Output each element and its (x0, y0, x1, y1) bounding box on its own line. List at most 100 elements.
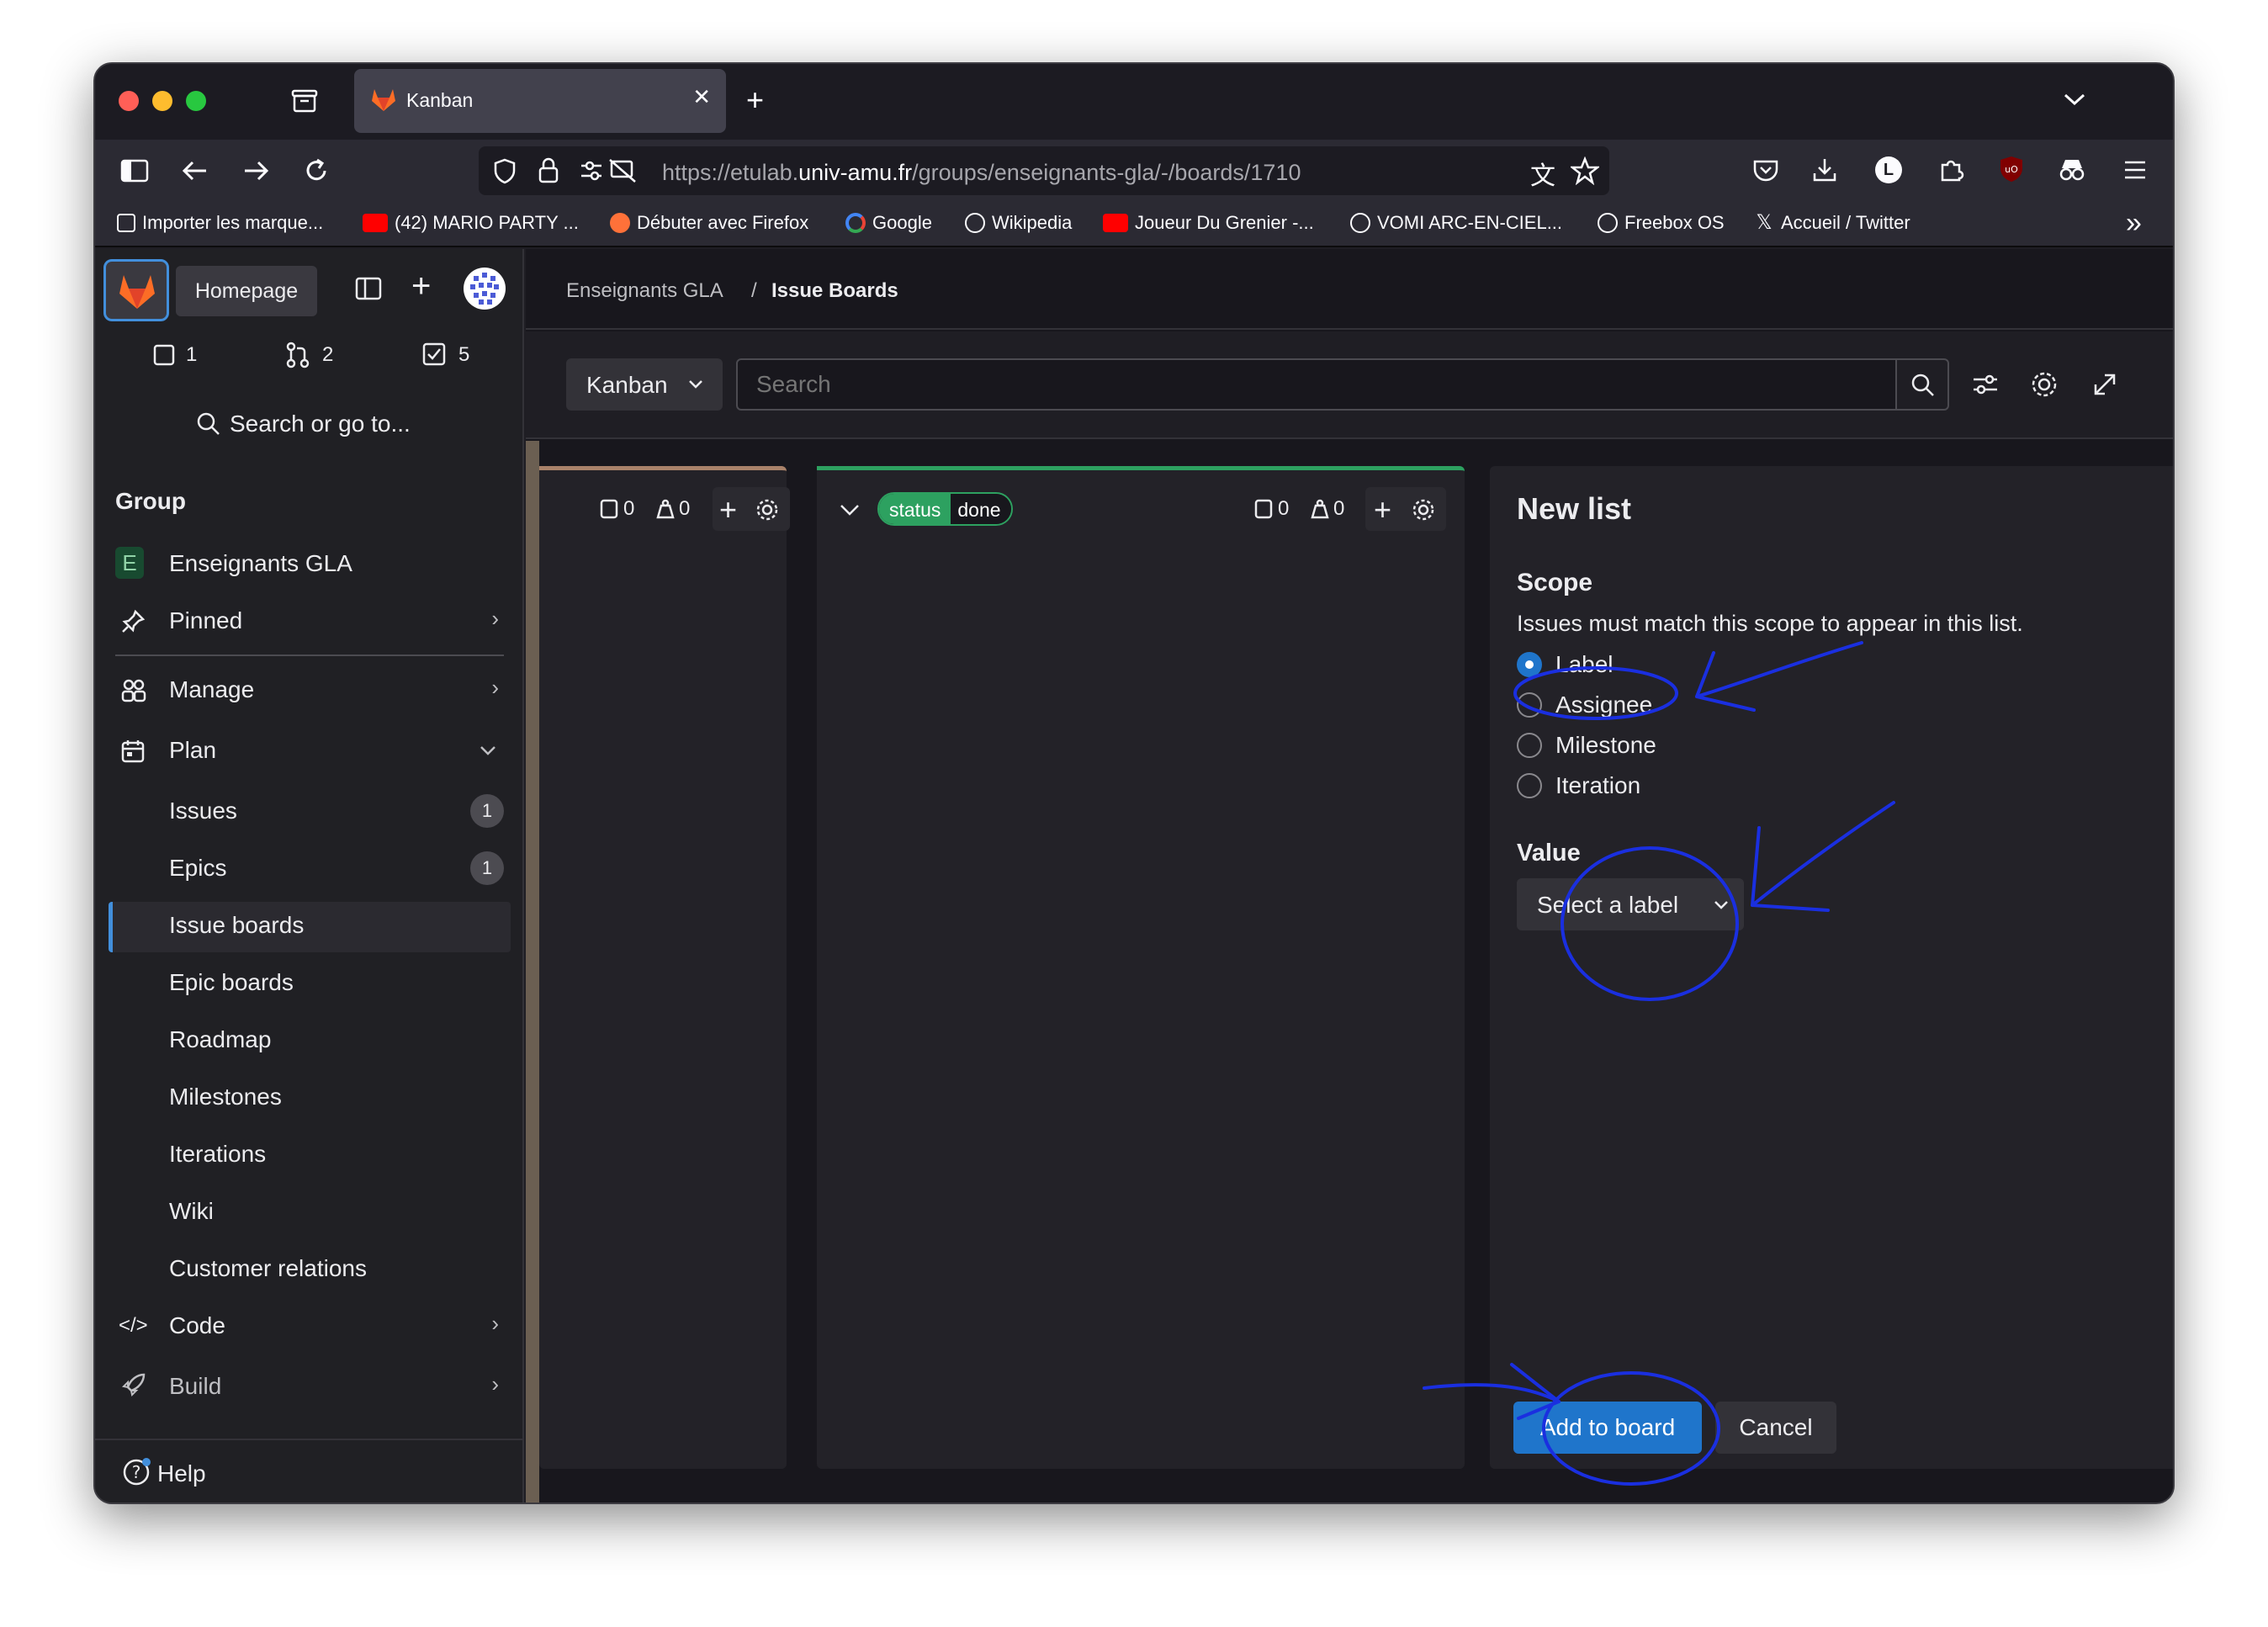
search-or-go-to-button[interactable]: Search or go to... (196, 411, 411, 437)
new-tab-button[interactable]: + (746, 82, 764, 118)
incognito-extension-icon[interactable] (2057, 156, 2087, 183)
add-to-board-button[interactable]: Add to board (1513, 1402, 1702, 1454)
calendar-icon (121, 740, 145, 763)
bookmark-joueur-du-grenier[interactable]: Joueur Du Grenier -... (1103, 212, 1314, 234)
bookmark-freebox[interactable]: Freebox OS (1598, 212, 1725, 234)
permissions-icon[interactable] (580, 158, 639, 183)
ublock-origin-icon[interactable]: uO (1998, 155, 2025, 183)
list-settings-gear-icon[interactable] (755, 497, 780, 522)
radio-option-label[interactable]: Label (1517, 651, 1614, 678)
list-all-tabs-icon[interactable] (2062, 89, 2087, 109)
sidebar-item-epic-boards[interactable]: Epic boards (169, 969, 294, 996)
gitlab-logo-button[interactable] (103, 259, 169, 321)
collapse-list-chevron-icon[interactable] (839, 502, 861, 517)
pinned-section[interactable]: Pinned (169, 607, 242, 634)
radio-unchecked[interactable] (1517, 773, 1542, 798)
radio-option-iteration[interactable]: Iteration (1517, 772, 1640, 799)
bookmark-import[interactable]: Importer les marque... (117, 212, 323, 234)
extensions-icon[interactable] (1937, 156, 1964, 183)
more-bookmarks-icon[interactable]: » (2126, 207, 2142, 240)
forward-arrow-icon[interactable] (241, 158, 270, 183)
tab-groups-icon[interactable] (290, 87, 319, 114)
build-section[interactable]: Build (169, 1373, 221, 1400)
sidebar-item-epics[interactable]: Epics (169, 855, 226, 882)
radio-checked[interactable] (1517, 652, 1542, 677)
maximize-window-button[interactable] (186, 91, 206, 111)
divider (95, 1439, 524, 1440)
sidebar-toggle-icon[interactable] (120, 158, 149, 183)
plan-section[interactable]: Plan (169, 737, 216, 764)
divider (115, 655, 504, 656)
code-section[interactable]: Code (169, 1312, 225, 1339)
sidebar-item-milestones[interactable]: Milestones (169, 1084, 282, 1110)
bookmark-vomi-arc-en-ciel[interactable]: VOMI ARC-EN-CIEL... (1350, 212, 1562, 234)
breadcrumb-group[interactable]: Enseignants GLA (566, 279, 723, 303)
bookmark-twitter[interactable]: 𝕏 Accueil / Twitter (1754, 212, 1910, 234)
new-list-title: New list (1517, 491, 1632, 526)
merge-requests-icon[interactable] (285, 342, 310, 368)
cancel-button[interactable]: Cancel (1715, 1402, 1836, 1454)
list-issue-count: 0 (1278, 497, 1290, 520)
board-filter-bar: Kanban (526, 331, 2173, 439)
manage-section[interactable]: Manage (169, 676, 254, 703)
sidebar-item-issues[interactable]: Issues (169, 798, 237, 824)
back-arrow-icon[interactable] (181, 158, 209, 183)
bookmark-google[interactable]: Google (845, 212, 932, 234)
view-options-icon[interactable] (1971, 372, 2000, 397)
browser-window: Kanban ✕ + https://etulab.univ-amu.fr/gr… (93, 62, 2175, 1504)
bookmark-star-icon[interactable] (1571, 156, 1599, 185)
radio-option-milestone[interactable]: Milestone (1517, 732, 1656, 759)
radio-unchecked[interactable] (1517, 692, 1542, 718)
merge-requests-count[interactable]: 2 (322, 343, 333, 367)
url-text[interactable]: https://etulab.univ-amu.fr/groups/enseig… (662, 160, 1301, 186)
board-search-input[interactable] (736, 358, 1897, 411)
scoped-label-status-done[interactable]: status done (877, 492, 1013, 526)
board-settings-gear-icon[interactable] (2030, 370, 2059, 399)
new-issue-plus-icon[interactable]: + (1374, 492, 1391, 527)
downloads-icon[interactable] (1811, 156, 1838, 183)
bookmark-label: Débuter avec Firefox (637, 212, 809, 233)
lock-icon[interactable] (538, 156, 559, 183)
select-label-dropdown[interactable]: Select a label (1517, 878, 1744, 930)
profile-avatar[interactable]: L (1875, 156, 1902, 183)
sidebar-item-issue-boards[interactable]: Issue boards (169, 912, 304, 939)
epics-badge: 1 (470, 851, 504, 885)
bookmark-mario-party[interactable]: (42) MARIO PARTY ... (363, 212, 579, 234)
hamburger-menu-icon[interactable] (2122, 158, 2148, 182)
minimize-window-button[interactable] (152, 91, 172, 111)
list-weight-count: 0 (679, 497, 691, 520)
issues-icon[interactable] (152, 343, 176, 367)
bookmark-wikipedia[interactable]: Wikipedia (965, 212, 1072, 234)
todos-icon[interactable] (421, 342, 447, 367)
search-submit-button[interactable] (1895, 358, 1949, 411)
board-switcher-dropdown[interactable]: Kanban (566, 358, 723, 411)
new-issue-plus-icon[interactable]: + (719, 492, 737, 527)
radio-unchecked[interactable] (1517, 733, 1542, 758)
sidebar-item-roadmap[interactable]: Roadmap (169, 1026, 271, 1053)
create-new-icon[interactable]: + (411, 268, 431, 305)
group-heading: Group (115, 488, 186, 514)
translate-icon[interactable]: 文 (1530, 155, 1555, 192)
sidebar-item-iterations[interactable]: Iterations (169, 1141, 266, 1168)
url-bar[interactable]: https://etulab.univ-amu.fr/groups/enseig… (479, 146, 1609, 195)
weight-icon (1311, 499, 1329, 519)
pocket-icon[interactable] (1752, 158, 1779, 183)
radio-option-assignee[interactable]: Assignee (1517, 692, 1652, 718)
close-window-button[interactable] (119, 91, 139, 111)
issues-count[interactable]: 1 (186, 343, 197, 367)
user-avatar[interactable] (464, 268, 506, 310)
sidebar-item-customer-relations[interactable]: Customer relations (169, 1255, 367, 1282)
help-button[interactable]: Help (157, 1460, 206, 1487)
sidebar-item-wiki[interactable]: Wiki (169, 1198, 214, 1225)
reload-icon[interactable] (302, 156, 331, 185)
fullscreen-expand-icon[interactable] (2090, 370, 2119, 399)
tab-kanban[interactable]: Kanban ✕ (354, 69, 726, 133)
bookmark-firefox[interactable]: Débuter avec Firefox (610, 212, 808, 234)
breadcrumb-current: Issue Boards (771, 279, 898, 302)
group-name-link[interactable]: Enseignants GLA (169, 550, 352, 577)
collapse-sidebar-icon[interactable] (354, 276, 383, 301)
todos-count[interactable]: 5 (458, 343, 469, 367)
tracking-protection-shield-icon[interactable] (492, 157, 517, 184)
close-tab-icon[interactable]: ✕ (692, 84, 711, 110)
list-settings-gear-icon[interactable] (1411, 497, 1436, 522)
